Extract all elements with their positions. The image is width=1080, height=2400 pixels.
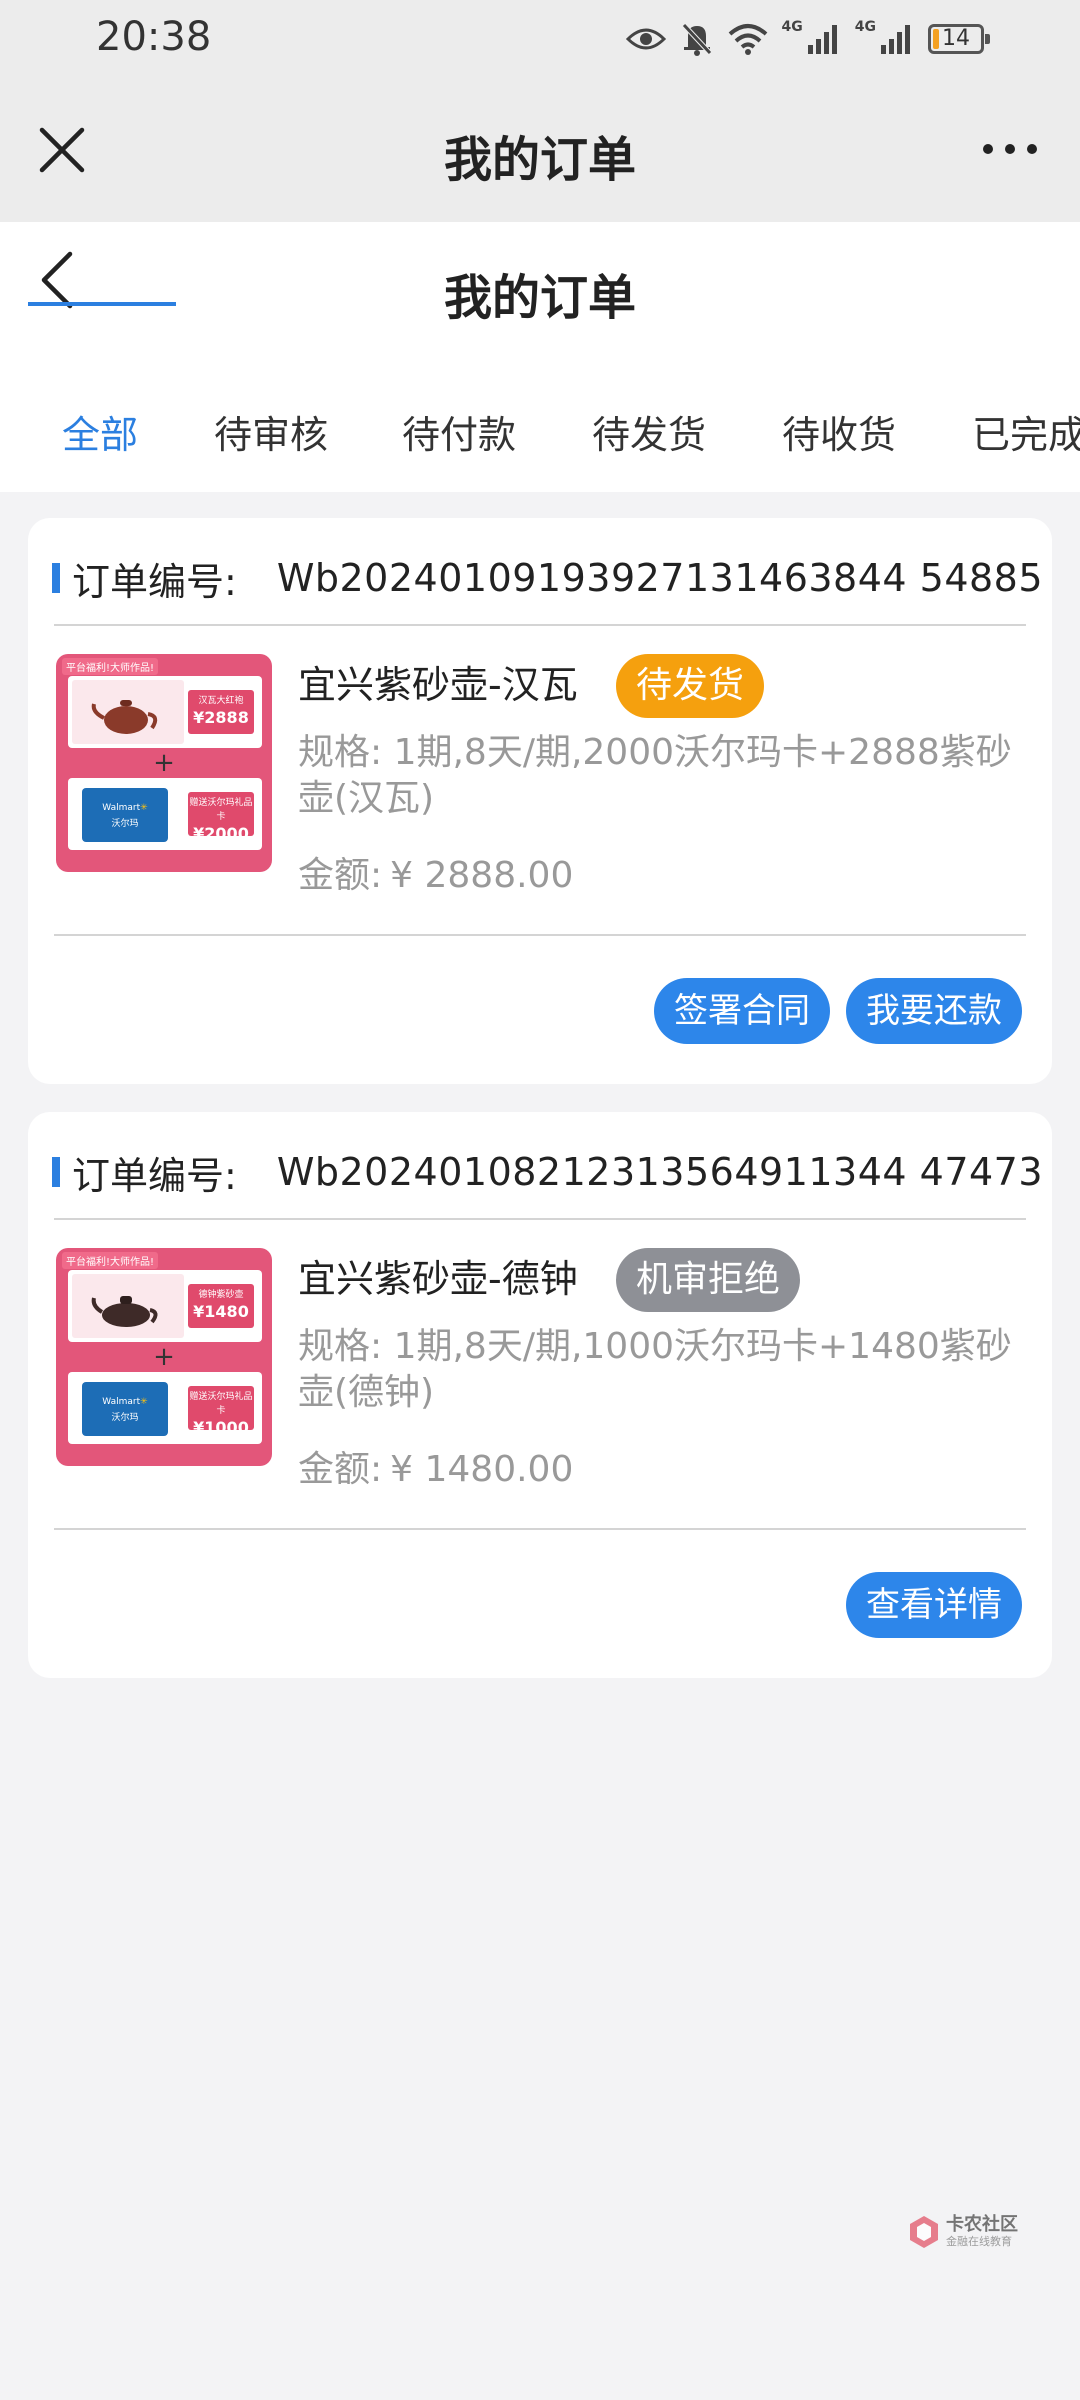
thumb-plus: + bbox=[153, 748, 175, 778]
thumb-card-price: ¥2000 bbox=[193, 824, 249, 843]
thumb-plus: + bbox=[153, 1342, 175, 1372]
status-icons: 4G 4G 14 bbox=[625, 14, 990, 64]
tab-all[interactable]: 全部 bbox=[62, 404, 138, 459]
order-card: 订单编号: Wb20240109193927131463844 54885 平台… bbox=[28, 518, 1052, 1084]
amount-value: ¥ 1480.00 bbox=[390, 1449, 574, 1490]
product-name[interactable]: 宜兴紫砂壶-德钟 bbox=[298, 1248, 578, 1303]
walmart-card-image: Walmart✳ 沃尔玛 bbox=[82, 1382, 168, 1436]
tab-pending-shipment[interactable]: 待发货 bbox=[592, 404, 706, 459]
order-number: Wb20240109193927131463844 54885 bbox=[276, 556, 1044, 600]
thumb-card-box: Walmart✳ 沃尔玛 赠送沃尔玛礼品卡 ¥1000 bbox=[68, 1372, 262, 1444]
thumb-card-price: ¥1000 bbox=[193, 1418, 249, 1437]
page-title: 我的订单 bbox=[443, 270, 636, 326]
page-header: 我的订单 全部 待审核 待付款 待发货 待收货 已完成 bbox=[0, 222, 1080, 492]
watermark-sub: 金融在线教育 bbox=[946, 2235, 1012, 2248]
status-badge: 机审拒绝 bbox=[616, 1248, 801, 1312]
walmart-spark-icon: ✳ bbox=[140, 1397, 148, 1407]
walmart-brand-cn: 沃尔玛 bbox=[111, 819, 139, 829]
status-bar: 20:38 4G 4G 14 bbox=[0, 0, 1080, 80]
thumb-card-label: 赠送沃尔玛礼品卡 bbox=[189, 1392, 253, 1416]
thumb-card-price-box: 赠送沃尔玛礼品卡 ¥1000 bbox=[188, 1386, 254, 1437]
thumb-banner: 平台福利!大师作品! bbox=[62, 658, 159, 675]
thumb-pot-price-box: 汉瓦大红袍 ¥2888 bbox=[188, 690, 254, 734]
battery-icon: 14 bbox=[928, 24, 990, 54]
order-number-label: 订单编号: bbox=[72, 559, 237, 604]
thumb-card-box: Walmart✳ 沃尔玛 赠送沃尔玛礼品卡 ¥2000 bbox=[68, 778, 262, 850]
product-thumbnail[interactable]: 平台福利!大师作品! 汉瓦大红袍 ¥2888 + Walmart✳ 沃尔玛 赠送… bbox=[56, 654, 272, 872]
network-type-1: 4G bbox=[781, 19, 803, 35]
order-header: 订单编号: Wb20240109193927131463844 54885 bbox=[52, 552, 1043, 604]
order-tabs: 全部 待审核 待付款 待发货 待收货 已完成 bbox=[0, 382, 1080, 492]
amount-label: 金额: bbox=[298, 1449, 383, 1490]
thumb-card-label: 赠送沃尔玛礼品卡 bbox=[189, 798, 253, 822]
divider bbox=[54, 1528, 1026, 1530]
signal-icon bbox=[881, 25, 910, 54]
product-thumbnail[interactable]: 平台福利!大师作品! 德钟紫砂壶 ¥1480 + Walmart✳ 沃尔玛 赠送… bbox=[56, 1248, 272, 1466]
mini-program-title: 我的订单 bbox=[443, 132, 636, 188]
walmart-brand-cn: 沃尔玛 bbox=[111, 1413, 139, 1423]
view-details-button[interactable]: 查看详情 bbox=[846, 1572, 1022, 1638]
teapot-icon bbox=[91, 1296, 158, 1327]
walmart-brand: Walmart bbox=[102, 1397, 141, 1407]
order-marker bbox=[52, 563, 60, 593]
order-header: 订单编号: Wb20240108212313564911344 47473 bbox=[52, 1146, 1043, 1198]
tab-pending-receipt[interactable]: 待收货 bbox=[782, 404, 896, 459]
bell-muted-icon bbox=[681, 23, 712, 56]
divider bbox=[54, 1218, 1026, 1220]
walmart-spark-icon: ✳ bbox=[140, 803, 148, 813]
watermark: 卡农社区 金融在线教育 bbox=[906, 2214, 1018, 2250]
thumb-pot-area bbox=[72, 1274, 184, 1338]
status-time: 20:38 bbox=[96, 14, 212, 60]
signal-icon bbox=[807, 25, 837, 54]
walmart-brand: Walmart bbox=[102, 803, 141, 813]
thumb-pot-label: 德钟紫砂壶 bbox=[198, 1290, 244, 1300]
thumb-pot-box: 德钟紫砂壶 ¥1480 bbox=[68, 1270, 262, 1342]
repay-button[interactable]: 我要还款 bbox=[846, 978, 1022, 1044]
thumb-pot-price: ¥2888 bbox=[193, 708, 249, 727]
thumb-banner: 平台福利!大师作品! bbox=[62, 1252, 159, 1269]
wifi-icon bbox=[728, 24, 767, 55]
product-spec: 规格: 1期,8天/期,1000沃尔玛卡+1480紫砂壶(德钟) bbox=[298, 1326, 1012, 1413]
walmart-card-image: Walmart✳ 沃尔玛 bbox=[82, 788, 168, 842]
thumb-pot-label: 汉瓦大红袍 bbox=[198, 696, 244, 706]
thumb-card-price-box: 赠送沃尔玛礼品卡 ¥2000 bbox=[188, 792, 254, 843]
product-spec: 规格: 1期,8天/期,2000沃尔玛卡+2888紫砂壶(汉瓦) bbox=[298, 732, 1012, 819]
order-amount: 金额: ¥ 1480.00 bbox=[298, 1440, 573, 1492]
order-marker bbox=[52, 1157, 60, 1187]
thumb-pot-box: 汉瓦大红袍 ¥2888 bbox=[68, 676, 262, 748]
amount-label: 金额: bbox=[298, 855, 383, 896]
battery-level: 14 bbox=[942, 26, 970, 51]
active-tab-indicator bbox=[28, 302, 176, 306]
thumb-pot-area bbox=[72, 680, 184, 744]
thumb-pot-price-box: 德钟紫砂壶 ¥1480 bbox=[188, 1284, 254, 1328]
order-number-label: 订单编号: bbox=[72, 1153, 237, 1198]
watermark-logo-icon bbox=[910, 2216, 938, 2248]
order-card: 订单编号: Wb20240108212313564911344 47473 平台… bbox=[28, 1112, 1052, 1678]
tab-completed[interactable]: 已完成 bbox=[972, 404, 1080, 459]
more-icon[interactable] bbox=[980, 134, 1040, 164]
mini-program-bar: 我的订单 bbox=[0, 80, 1080, 222]
thumb-pot-price: ¥1480 bbox=[193, 1302, 249, 1321]
divider bbox=[54, 624, 1026, 626]
amount-value: ¥ 2888.00 bbox=[390, 855, 574, 896]
tab-pending-review[interactable]: 待审核 bbox=[214, 404, 328, 459]
sign-contract-button[interactable]: 签署合同 bbox=[654, 978, 830, 1044]
network-type-2: 4G bbox=[854, 19, 876, 35]
order-number: Wb20240108212313564911344 47473 bbox=[276, 1150, 1044, 1194]
eye-icon bbox=[625, 28, 666, 50]
watermark-text: 卡农社区 金融在线教育 bbox=[946, 2215, 1018, 2249]
order-amount: 金额: ¥ 2888.00 bbox=[298, 846, 573, 898]
product-name[interactable]: 宜兴紫砂壶-汉瓦 bbox=[298, 654, 578, 709]
status-badge: 待发货 bbox=[616, 654, 765, 718]
teapot-icon bbox=[91, 700, 158, 734]
tab-pending-payment[interactable]: 待付款 bbox=[402, 404, 516, 459]
divider bbox=[54, 934, 1026, 936]
watermark-main: 卡农社区 bbox=[946, 2214, 1018, 2235]
